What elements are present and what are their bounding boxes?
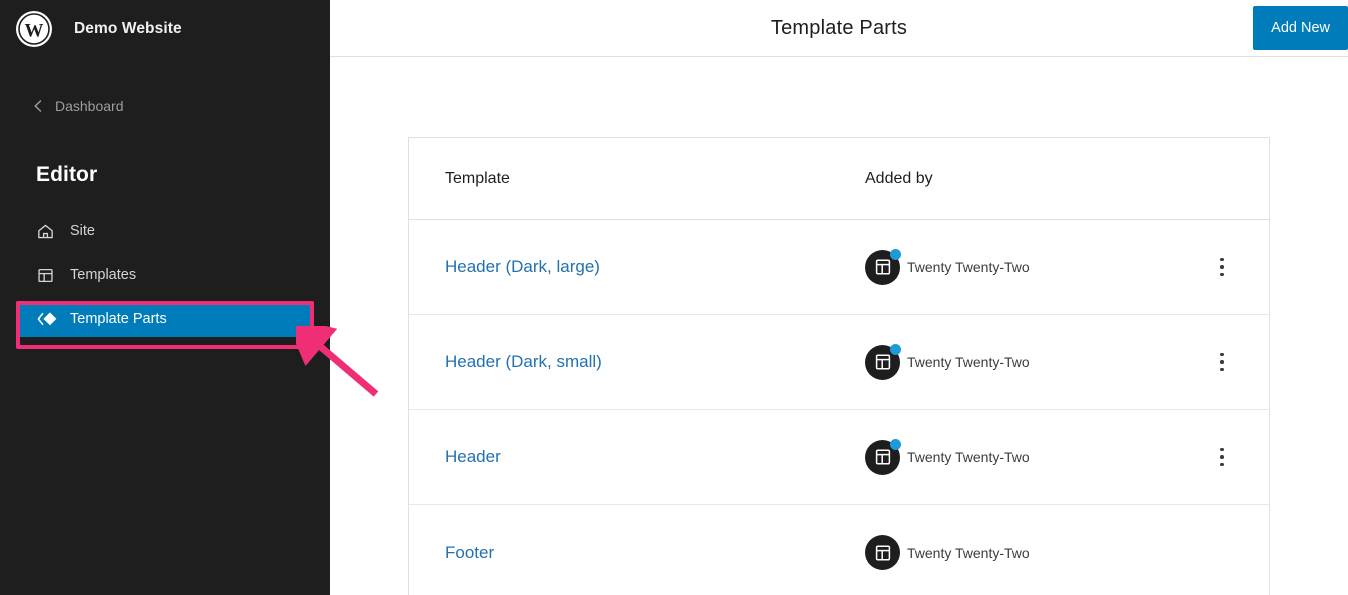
added-by-name: Twenty Twenty-Two — [907, 544, 1030, 561]
content-area: Template Added by Header (Dark, large) T… — [330, 57, 1348, 595]
avatar-badge-dot — [890, 248, 901, 260]
table-row: Footer Twenty Twenty-Two — [409, 505, 1269, 595]
editor-section-title: Editor — [36, 163, 98, 186]
cell-added-by: Twenty Twenty-Two — [865, 248, 1175, 285]
back-to-dashboard-link[interactable]: Dashboard — [0, 91, 330, 121]
cell-template: Footer — [409, 543, 865, 563]
added-by-name: Twenty Twenty-Two — [907, 354, 1030, 370]
svg-text:W: W — [25, 20, 44, 41]
table-row: Header (Dark, small) Twenty Twenty-Two — [409, 315, 1269, 410]
column-header-template: Template — [445, 169, 510, 187]
table-header-row: Template Added by — [409, 138, 1269, 220]
avatar-badge-dot — [890, 438, 901, 450]
layout-icon — [36, 266, 60, 285]
sidebar-nav: Site Templates Template Parts — [0, 213, 330, 337]
site-title: Demo Website — [74, 19, 182, 37]
table-row: Header Twenty Twenty-Two — [409, 410, 1269, 505]
cell-added-by: Twenty Twenty-Two — [865, 343, 1175, 380]
sidebar-item-label: Templates — [70, 267, 137, 283]
added-by-name: Twenty Twenty-Two — [907, 259, 1030, 275]
sidebar: W Demo Website Dashboard Editor Site Tem… — [0, 0, 330, 595]
added-by-name: Twenty Twenty-Two — [907, 449, 1030, 465]
kebab-menu-icon[interactable] — [1204, 439, 1240, 475]
cell-added-by: Twenty Twenty-Two — [865, 438, 1175, 475]
cell-template: Header (Dark, large) — [409, 257, 865, 277]
avatar-badge-dot — [890, 343, 901, 355]
cell-added-by: Twenty Twenty-Two — [865, 535, 1175, 570]
template-part-link[interactable]: Header (Dark, large) — [445, 257, 600, 276]
chevron-left-icon — [32, 99, 46, 113]
column-header-added-by: Added by — [865, 169, 933, 187]
theme-avatar-icon — [865, 535, 900, 570]
back-to-dashboard-label: Dashboard — [55, 98, 124, 114]
sidebar-item-label: Template Parts — [70, 311, 167, 327]
sidebar-item-label: Site — [70, 223, 95, 239]
sidebar-item-site[interactable]: Site — [16, 213, 314, 249]
theme-avatar-icon — [865, 343, 901, 380]
theme-avatar-icon — [865, 248, 901, 285]
cell-actions — [1175, 535, 1269, 571]
theme-avatar-icon — [865, 438, 901, 475]
main-content: Template Parts Add New Template Added by… — [330, 0, 1348, 595]
sidebar-item-template-parts[interactable]: Template Parts — [16, 301, 314, 337]
cell-actions — [1175, 249, 1269, 285]
template-part-link[interactable]: Header (Dark, small) — [445, 352, 602, 371]
sidebar-item-templates[interactable]: Templates — [16, 257, 314, 293]
template-part-link[interactable]: Footer — [445, 543, 494, 562]
table-row: Header (Dark, large) Twenty Twenty-Two — [409, 220, 1269, 315]
wordpress-logo-icon[interactable]: W — [16, 10, 52, 47]
home-icon — [36, 222, 60, 241]
cell-actions — [1175, 439, 1269, 475]
template-part-link[interactable]: Header — [445, 447, 501, 466]
add-new-button[interactable]: Add New — [1253, 6, 1348, 50]
wordpress-site-editor: W Demo Website Dashboard Editor Site Tem… — [0, 0, 1348, 595]
kebab-menu-icon[interactable] — [1204, 344, 1240, 380]
kebab-menu-icon[interactable] — [1204, 249, 1240, 285]
page-title: Template Parts — [770, 16, 908, 39]
template-parts-icon — [36, 309, 60, 329]
cell-template: Header (Dark, small) — [409, 352, 865, 372]
cell-template: Header — [409, 447, 865, 467]
sidebar-site-header[interactable]: W Demo Website — [0, 0, 330, 57]
template-parts-table: Template Added by Header (Dark, large) T… — [408, 137, 1270, 595]
page-header: Template Parts Add New — [330, 0, 1348, 57]
cell-actions — [1175, 344, 1269, 380]
